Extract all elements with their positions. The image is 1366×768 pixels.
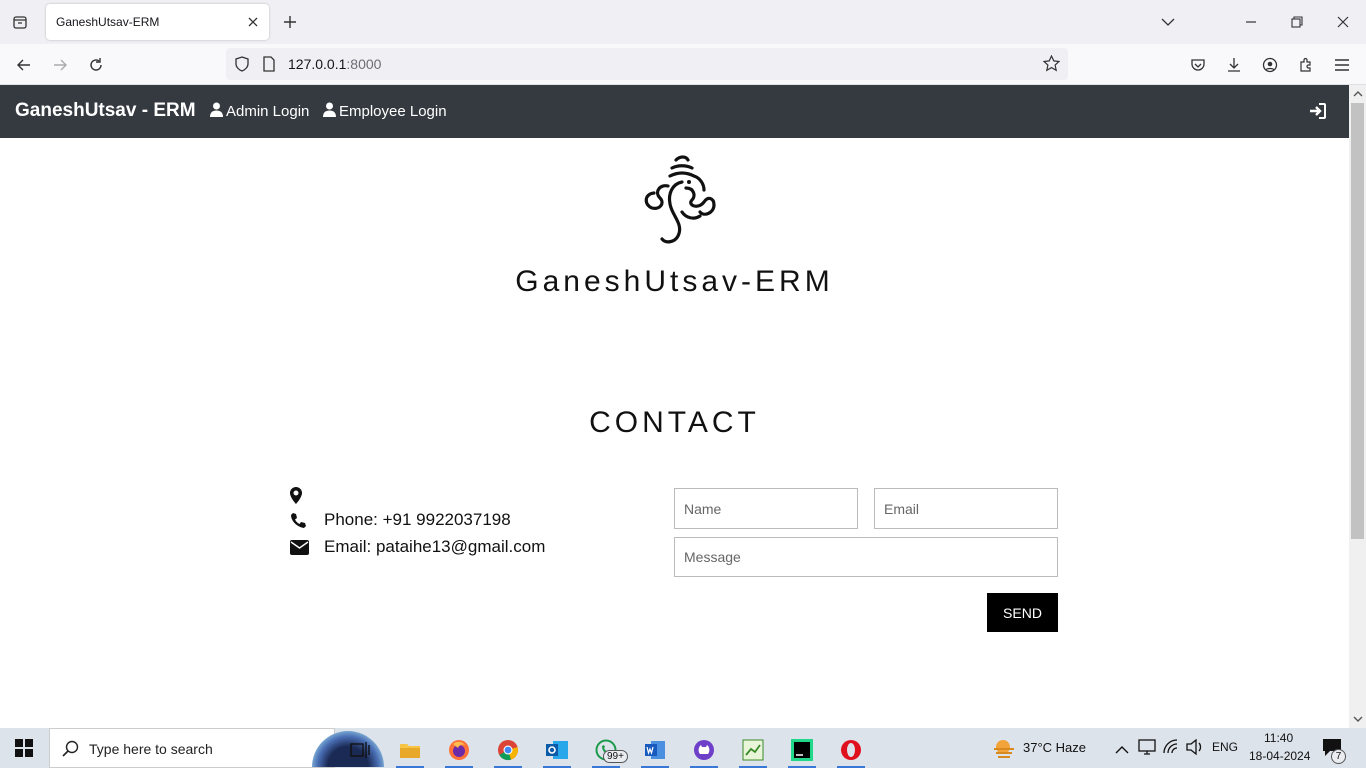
contact-phone: Phone: +91 9922037198 (290, 510, 511, 530)
downloads-icon[interactable] (1223, 54, 1245, 76)
contact-heading: CONTACT (589, 406, 760, 439)
minimize-icon[interactable] (1241, 12, 1261, 32)
message-input[interactable] (674, 537, 1058, 577)
nav-link-label: Admin Login (226, 103, 310, 120)
chrome-icon[interactable] (488, 732, 528, 768)
file-explorer-icon[interactable] (390, 732, 430, 768)
opera-icon[interactable] (831, 732, 871, 768)
phone-icon (290, 512, 324, 528)
email-input[interactable] (874, 488, 1058, 529)
search-icon (62, 740, 79, 762)
map-marker-icon (290, 487, 324, 504)
site-title: GaneshUtsav-ERM (515, 265, 834, 298)
name-input[interactable] (674, 488, 858, 529)
tab-title: GaneshUtsav-ERM (56, 15, 160, 29)
firefox-icon[interactable] (439, 732, 479, 768)
browser-tab[interactable]: GaneshUtsav-ERM (46, 4, 269, 40)
forward-icon[interactable] (49, 54, 71, 76)
github-desktop-icon[interactable] (684, 732, 724, 768)
weather-text[interactable]: 37°C Haze (1023, 740, 1086, 755)
wifi-icon[interactable] (1163, 739, 1181, 760)
outlook-icon[interactable] (537, 732, 577, 768)
back-icon[interactable] (13, 54, 35, 76)
browser-toolbar: 127.0.0.1:8000 (0, 44, 1366, 85)
sign-in-icon[interactable] (1309, 102, 1327, 120)
user-icon (210, 102, 223, 121)
navbar: GaneshUtsav - ERM Admin Login Employee L… (0, 85, 1349, 138)
user-icon (323, 102, 336, 121)
taskbar: Type here to search 99+ 37°C Haze ENG 11… (0, 728, 1366, 768)
whatsapp-badge: 99+ (603, 750, 628, 763)
scroll-down-icon[interactable] (1352, 714, 1363, 725)
word-icon[interactable] (635, 732, 675, 768)
reload-icon[interactable] (85, 54, 107, 76)
account-icon[interactable] (1259, 54, 1281, 76)
nav-link-employee-login[interactable]: Employee Login (323, 102, 447, 121)
chevron-up-icon[interactable] (1115, 741, 1129, 759)
email-text: Email: pataihe13@gmail.com (324, 537, 546, 556)
new-tab-icon[interactable] (280, 12, 300, 32)
weather-icon[interactable] (992, 738, 1016, 763)
ganesha-logo (638, 152, 720, 250)
shield-icon[interactable] (234, 56, 250, 77)
clock-date[interactable]: 18-04-2024 (1249, 749, 1310, 763)
search-placeholder: Type here to search (89, 741, 213, 757)
envelope-icon (290, 539, 324, 555)
whatsapp-icon[interactable]: 99+ (586, 732, 628, 768)
tab-list-icon[interactable] (8, 10, 32, 34)
scrollbar-thumb[interactable] (1351, 103, 1364, 539)
close-tab-icon[interactable] (245, 14, 261, 30)
phone-text: Phone: +91 9922037198 (324, 510, 511, 529)
url-text: 127.0.0.1:8000 (288, 56, 382, 72)
taskbar-search[interactable]: Type here to search (49, 728, 384, 768)
language-indicator[interactable]: ENG (1212, 740, 1238, 754)
volume-icon[interactable] (1186, 738, 1204, 760)
address-bar[interactable]: 127.0.0.1:8000 (226, 48, 1068, 80)
web-page: GaneshUtsav - ERM Admin Login Employee L… (0, 85, 1349, 728)
send-button[interactable]: SEND (987, 593, 1058, 632)
page-icon[interactable] (262, 56, 276, 77)
browser-tab-strip: GaneshUtsav-ERM (0, 0, 1366, 44)
notification-icon[interactable]: 7 (1322, 738, 1348, 764)
scroll-up-icon[interactable] (1352, 88, 1363, 99)
chart-app-icon[interactable] (733, 732, 773, 768)
page-scrollbar[interactable] (1349, 85, 1366, 728)
menu-icon[interactable] (1331, 54, 1353, 76)
navbar-brand[interactable]: GaneshUtsav - ERM (15, 100, 196, 122)
restore-icon[interactable] (1287, 12, 1307, 32)
bookmark-star-icon[interactable] (1042, 54, 1061, 77)
contact-email: Email: pataihe13@gmail.com (290, 537, 545, 557)
monitor-icon[interactable] (1138, 739, 1156, 760)
list-all-tabs-icon[interactable] (1158, 12, 1178, 32)
extensions-icon[interactable] (1295, 54, 1317, 76)
nav-link-admin-login[interactable]: Admin Login (210, 102, 309, 121)
notification-count: 7 (1331, 749, 1346, 764)
nav-link-label: Employee Login (339, 103, 447, 120)
windows-start-icon[interactable] (0, 728, 48, 768)
clock-time[interactable]: 11:40 (1264, 731, 1293, 745)
pycharm-icon[interactable] (782, 732, 822, 768)
task-view-icon[interactable] (340, 732, 380, 768)
pocket-icon[interactable] (1187, 54, 1209, 76)
close-window-icon[interactable] (1333, 12, 1353, 32)
contact-location (290, 487, 324, 504)
